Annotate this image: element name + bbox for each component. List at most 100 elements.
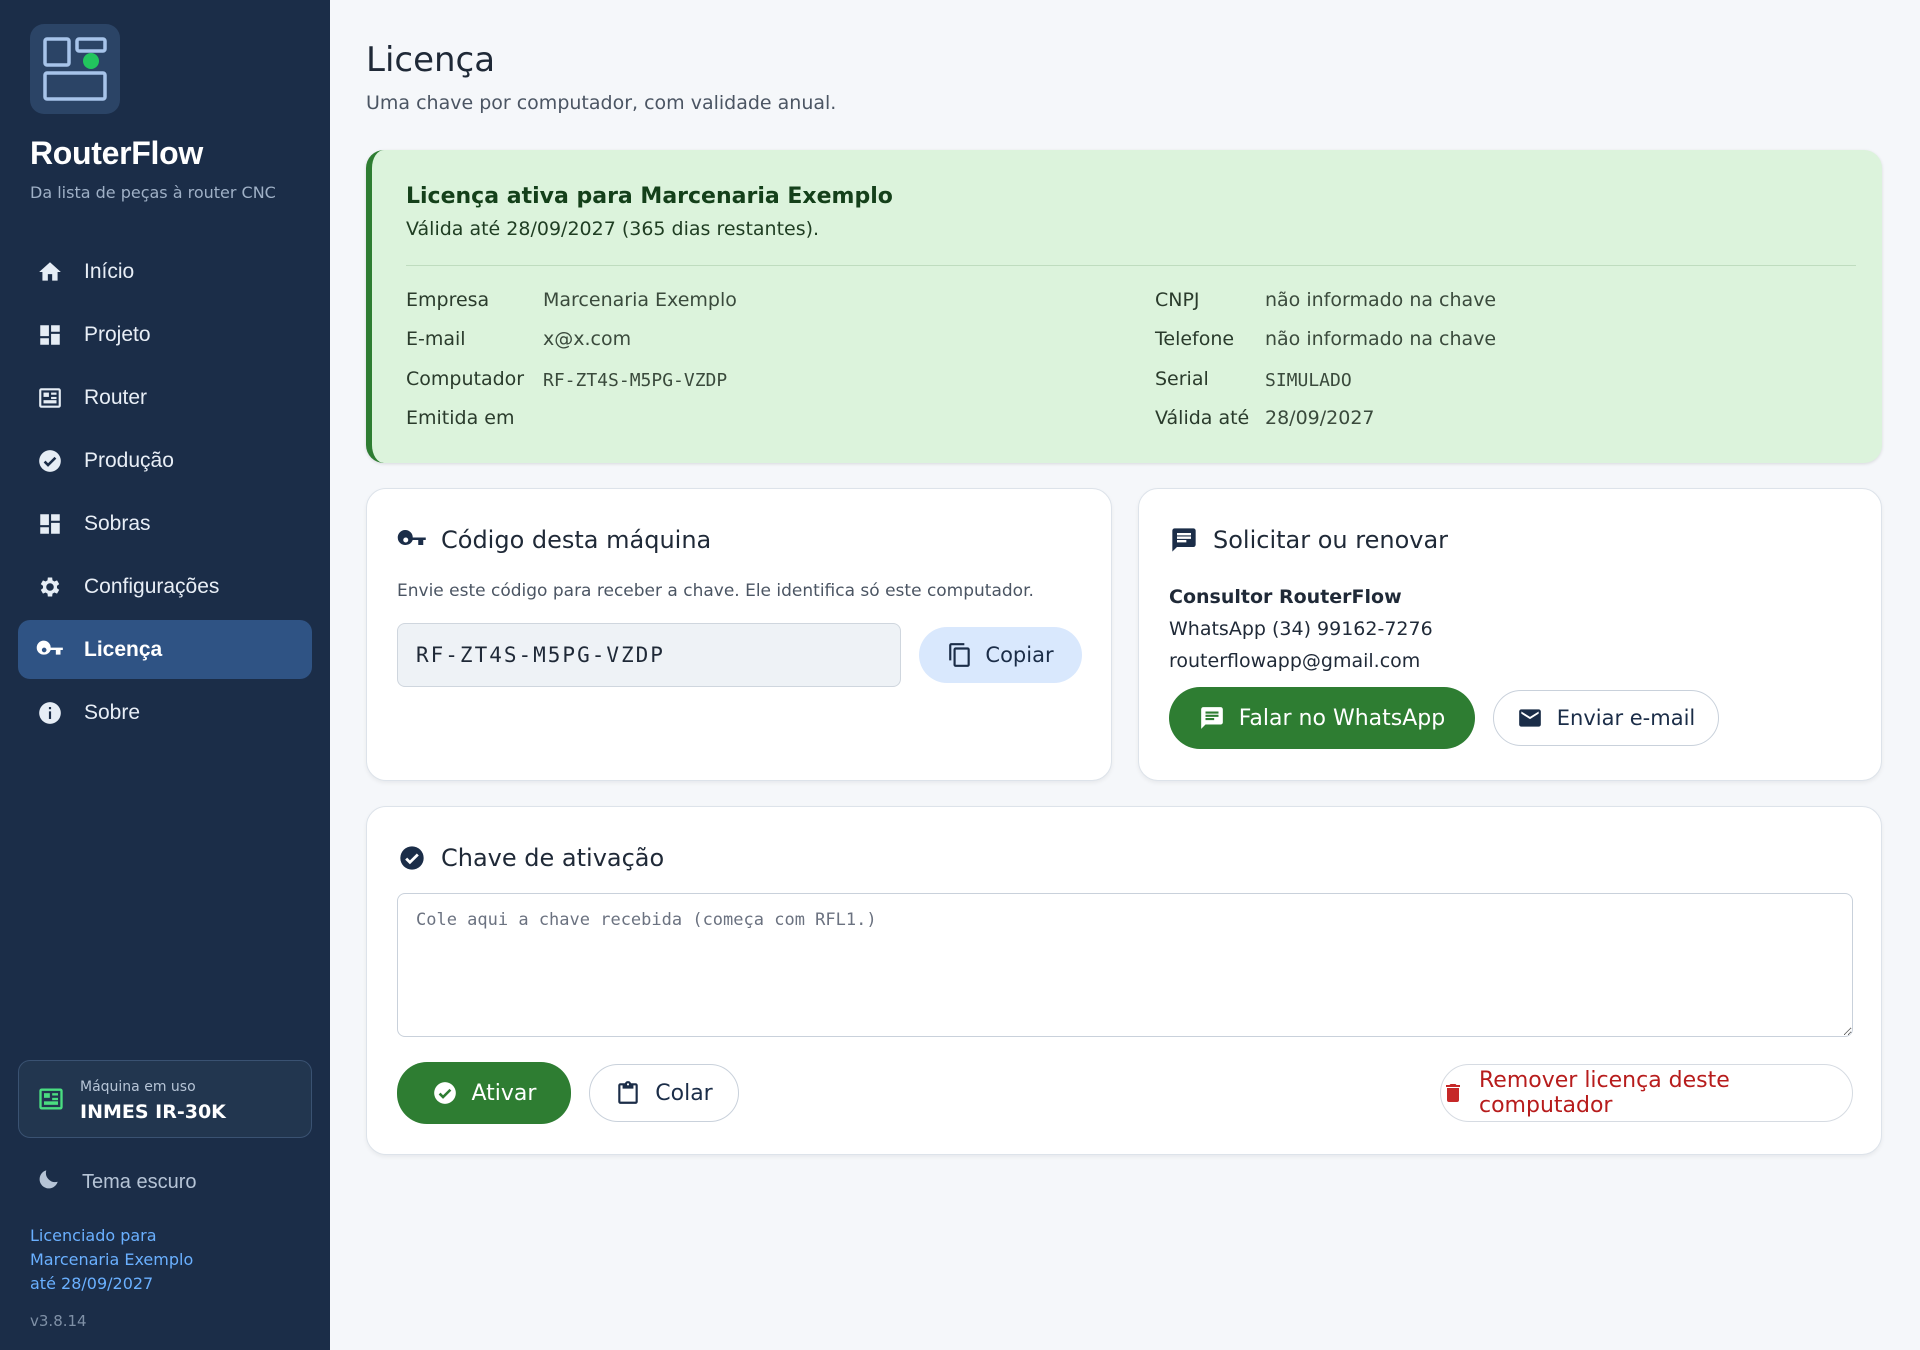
field-key: Serial: [1155, 368, 1209, 390]
consultant-email: routerflowapp@gmail.com: [1169, 650, 1421, 672]
home-icon: [36, 258, 64, 286]
check-circle-icon: [36, 447, 64, 475]
consultant-whatsapp: WhatsApp (34) 99162-7276: [1169, 618, 1433, 640]
activation-key-input[interactable]: [397, 893, 1853, 1037]
sidebar-item-sobras[interactable]: Sobras: [18, 494, 312, 553]
whatsapp-button-label: Falar no WhatsApp: [1238, 705, 1446, 731]
dark-theme-toggle[interactable]: Tema escuro: [36, 1166, 197, 1198]
sidebar-item-producao[interactable]: Produção: [18, 431, 312, 490]
sidebar-nav: Início Projeto Router Produção Sobras Co…: [18, 242, 312, 746]
machine-label: Máquina em uso: [80, 1079, 196, 1095]
remove-license-button[interactable]: Remover licença deste computador: [1440, 1064, 1853, 1122]
moon-icon: [36, 1166, 62, 1198]
chat-icon: [1199, 705, 1225, 731]
licensed-company: Marcenaria Exemplo: [30, 1250, 194, 1269]
field-value: SIMULADO: [1265, 370, 1352, 391]
copy-button-label: Copiar: [985, 643, 1054, 667]
app-logo: [30, 24, 120, 114]
card-title: Código desta máquina: [397, 525, 711, 555]
field-key: Emitida em: [406, 407, 515, 429]
machine-code-field[interactable]: RF-ZT4S-M5PG-VZDP: [397, 623, 901, 687]
licensed-until: até 28/09/2027: [30, 1274, 154, 1293]
field-key: Válida até: [1155, 407, 1250, 429]
divider: [406, 265, 1856, 266]
machine-code-description: Envie este código para receber a chave. …: [397, 581, 1034, 601]
field-value: Marcenaria Exemplo: [543, 289, 737, 311]
info-icon: [36, 699, 64, 727]
app-name: RouterFlow: [30, 135, 203, 171]
copy-icon: [947, 642, 973, 668]
paste-button[interactable]: Colar: [589, 1064, 739, 1122]
field-key: CNPJ: [1155, 289, 1200, 311]
sidebar-item-label: Projeto: [84, 322, 151, 346]
page-subtitle: Uma chave por computador, com validade a…: [366, 92, 837, 114]
machine-value: INMES IR-30K: [80, 1101, 226, 1123]
whatsapp-button[interactable]: Falar no WhatsApp: [1169, 687, 1475, 749]
app-tagline: Da lista de peças à router CNC: [30, 183, 276, 202]
field-key: Computador: [406, 368, 525, 390]
sidebar-item-licenca[interactable]: Licença: [18, 620, 312, 679]
field-value: RF-ZT4S-M5PG-VZDP: [543, 370, 728, 391]
activation-key-card: Chave de ativação Ativar Colar Remover l…: [366, 806, 1882, 1155]
sidebar-item-sobre[interactable]: Sobre: [18, 683, 312, 742]
activate-button[interactable]: Ativar: [397, 1062, 571, 1124]
dashboard-icon: [36, 321, 64, 349]
field-key: E-mail: [406, 328, 466, 350]
remove-license-label: Remover licença deste computador: [1479, 1068, 1730, 1118]
field-value: não informado na chave: [1265, 328, 1497, 350]
machine-in-use-card[interactable]: Máquina em uso INMES IR-30K: [18, 1060, 312, 1138]
logo-icon: [43, 37, 107, 101]
paste-button-label: Colar: [655, 1080, 713, 1106]
sidebar-item-projeto[interactable]: Projeto: [18, 305, 312, 364]
card-title: Solicitar ou renovar: [1169, 525, 1448, 555]
sidebar-item-inicio[interactable]: Início: [18, 242, 312, 301]
sidebar-item-label: Produção: [84, 448, 174, 472]
card-title: Chave de ativação: [397, 843, 664, 873]
trash-icon: [1441, 1080, 1465, 1106]
sidebar-item-configuracoes[interactable]: Configurações: [18, 557, 312, 616]
sidebar-item-label: Licença: [84, 637, 163, 661]
card-title-label: Solicitar ou renovar: [1213, 526, 1449, 554]
sidebar-item-label: Sobras: [84, 511, 151, 535]
sidebar-item-label: Sobre: [84, 700, 141, 724]
app-version: v3.8.14: [30, 1312, 87, 1330]
copy-button[interactable]: Copiar: [919, 627, 1082, 683]
request-renew-card: Solicitar ou renovar Consultor RouterFlo…: [1138, 488, 1882, 781]
sidebar-item-label: Configurações: [84, 574, 220, 598]
mail-icon: [1517, 705, 1543, 731]
sidebar-item-router[interactable]: Router: [18, 368, 312, 427]
sidebar-item-label: Router: [84, 385, 148, 409]
chat-icon: [1169, 525, 1199, 555]
field-value: não informado na chave: [1265, 289, 1497, 311]
licensed-line: Licenciado para: [30, 1226, 157, 1245]
key-icon: [36, 636, 64, 664]
email-button-label: Enviar e-mail: [1556, 706, 1696, 730]
page-title: Licença: [366, 40, 496, 80]
consultant-name: Consultor RouterFlow: [1169, 586, 1402, 608]
router-icon: [36, 384, 64, 412]
activate-button-label: Ativar: [471, 1080, 537, 1106]
field-key: Telefone: [1155, 328, 1235, 350]
field-key: Empresa: [406, 289, 490, 311]
sidebar-item-label: Início: [84, 259, 135, 283]
gear-icon: [36, 573, 64, 601]
field-value: x@x.com: [543, 328, 632, 350]
sidebar: RouterFlow Da lista de peças à router CN…: [0, 0, 330, 1350]
router-icon: [37, 1085, 65, 1117]
field-value: 28/09/2027: [1265, 407, 1375, 429]
license-status-title: Licença ativa para Marcenaria Exemplo: [406, 184, 893, 209]
email-button[interactable]: Enviar e-mail: [1493, 690, 1719, 746]
theme-toggle-label: Tema escuro: [82, 1170, 197, 1193]
card-title-label: Chave de ativação: [441, 844, 665, 872]
check-circle-icon: [397, 843, 427, 873]
check-circle-icon: [432, 1080, 458, 1106]
clipboard-icon: [615, 1080, 641, 1106]
card-title-label: Código desta máquina: [441, 526, 712, 554]
consultant-contact: Consultor RouterFlow WhatsApp (34) 99162…: [1169, 581, 1433, 677]
license-status-subtitle: Válida até 28/09/2027 (365 dias restante…: [406, 218, 820, 240]
licensed-info: Licenciado para Marcenaria Exemplo até 2…: [30, 1224, 193, 1296]
dashboard-icon: [36, 510, 64, 538]
machine-code-card: Código desta máquina Envie este código p…: [366, 488, 1112, 781]
key-icon: [397, 525, 427, 555]
license-status-banner: Licença ativa para Marcenaria Exemplo Vá…: [366, 150, 1882, 463]
